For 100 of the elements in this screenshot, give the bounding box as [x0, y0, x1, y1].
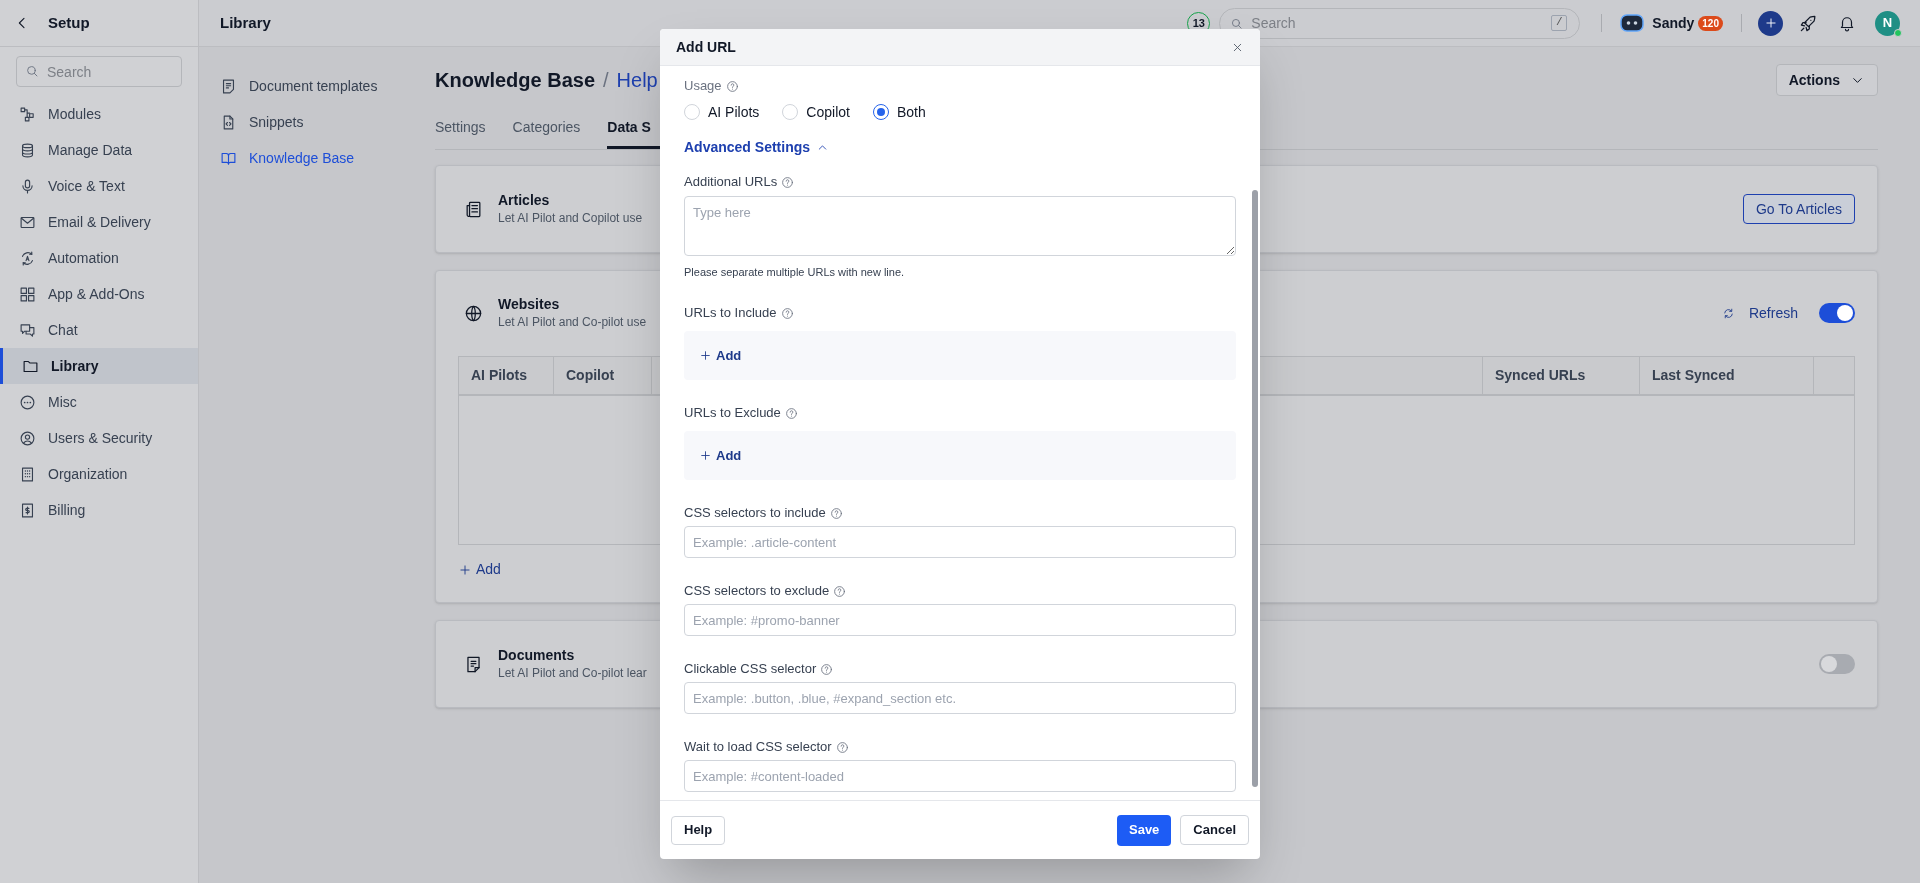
column-header: Copilot [566, 366, 615, 385]
help-icon [780, 306, 794, 320]
field-label: CSS selectors to include [684, 504, 826, 523]
field-label: Wait to load CSS selector [684, 738, 832, 757]
sidebar-item[interactable]: Users & Security [0, 420, 198, 456]
section-title: Articles [498, 191, 551, 209]
microphone-icon [19, 177, 36, 195]
sidebar-item[interactable]: Library [0, 348, 198, 384]
sidebar-item[interactable]: App & Add-Ons [0, 276, 198, 312]
section-title: Websites [498, 295, 561, 313]
breadcrumb-root[interactable]: Knowledge Base [435, 65, 596, 95]
input-field[interactable]: Example: #content-loaded [684, 760, 1236, 792]
sidebar-item[interactable]: Voice & Text [0, 168, 198, 204]
radio-option[interactable]: Both [872, 101, 926, 123]
sidebar-item[interactable]: Billing [0, 492, 198, 528]
section-title: Documents [498, 646, 576, 664]
dialog-title: Add URL [676, 37, 736, 57]
section-description: Let AI Pilot and Co-pilot lear [498, 665, 647, 682]
field-hint: Please separate multiple URLs with new line. [684, 265, 906, 280]
sidebar-item[interactable]: Email & Delivery [0, 204, 198, 240]
help-icon [833, 584, 847, 598]
refresh-icon [1721, 306, 1735, 320]
sidebar-item[interactable]: Automation [0, 240, 198, 276]
add-button[interactable] [1758, 10, 1783, 36]
nodes-icon [19, 105, 36, 123]
refresh-button[interactable]: Refresh [1721, 302, 1798, 324]
add-url-button[interactable]: Add [699, 445, 742, 466]
help-icon [829, 506, 843, 520]
help-icon [835, 740, 849, 754]
radio-option[interactable]: AI Pilots [684, 101, 760, 123]
grid-icon [19, 285, 36, 303]
actions-button[interactable]: Actions [1775, 64, 1878, 96]
cycle-icon [19, 249, 36, 267]
bell-icon [1838, 14, 1856, 32]
field-label: Additional URLs [684, 173, 778, 192]
sidebar-title: Setup [48, 12, 90, 33]
breadcrumb-current[interactable]: Help [616, 65, 658, 95]
help-icon [725, 79, 739, 93]
building-icon [19, 465, 36, 483]
robot-icon [1620, 11, 1645, 35]
tab[interactable]: Settings [435, 117, 486, 149]
dots-circle-icon [19, 393, 36, 411]
field-label: Usage [684, 77, 722, 96]
search-field[interactable]: Search [16, 56, 182, 87]
document-icon [464, 654, 483, 674]
column-header: Synced URLs [1495, 366, 1586, 385]
input-field[interactable]: Example: .article-content [684, 526, 1236, 558]
field-label: CSS selectors to exclude [684, 582, 830, 601]
toggle-switch[interactable] [1819, 654, 1855, 674]
radio-option[interactable]: Copilot [782, 101, 850, 123]
help-button[interactable]: Help [671, 815, 726, 845]
field-label: Clickable CSS selector [684, 660, 817, 679]
subnav-item[interactable]: Document templates [220, 68, 435, 104]
section-description: Let AI Pilot and Co-pilot use [498, 314, 647, 331]
search-icon [1230, 16, 1244, 30]
urls-textarea[interactable]: Type here [684, 196, 1236, 256]
subnav-item[interactable]: Knowledge Base [220, 140, 435, 176]
count-badge: 120 [1698, 15, 1723, 31]
rocket-button[interactable] [1799, 13, 1818, 33]
help-icon [784, 406, 798, 420]
plus-icon [699, 349, 712, 362]
user-avatar[interactable]: N [1875, 10, 1900, 36]
subnav-item[interactable]: Snippets [220, 104, 435, 140]
user-circle-icon [19, 429, 36, 447]
section-description: Let AI Pilot and Copilot use [498, 210, 643, 227]
column-header: AI Pilots [471, 366, 527, 385]
document-icon [220, 77, 237, 95]
input-field[interactable]: Example: #promo-banner [684, 604, 1236, 636]
user-name[interactable]: Sandy [1652, 12, 1695, 34]
toggle-switch[interactable] [1819, 303, 1855, 323]
plus-icon [1763, 16, 1778, 30]
globe-icon [464, 303, 483, 323]
column-header: Last Synced [1652, 366, 1735, 385]
cancel-button[interactable]: Cancel [1180, 815, 1249, 845]
sidebar-item[interactable]: Misc [0, 384, 198, 420]
help-icon [781, 175, 795, 189]
sidebar-item[interactable]: Organization [0, 456, 198, 492]
input-field[interactable]: Example: .button, .blue, #expand_section etc. [684, 682, 1236, 714]
field-label: URLs to Exclude [684, 404, 781, 423]
plus-icon [699, 449, 712, 462]
field-label: URLs to Include [684, 304, 777, 323]
search-icon [25, 64, 39, 78]
page-title: Library [220, 12, 271, 33]
add-url-button[interactable]: Add [699, 345, 742, 366]
save-button[interactable]: Save [1117, 814, 1172, 846]
advanced-settings-toggle[interactable]: Advanced Settings [684, 137, 830, 157]
database-icon [19, 141, 36, 159]
sidebar-item[interactable]: Modules [0, 96, 198, 132]
notifications-button[interactable] [1838, 14, 1856, 32]
sidebar-item[interactable]: Chat [0, 312, 198, 348]
breadcrumb-separator: / [603, 68, 609, 93]
go-to-articles-button[interactable]: Go To Articles [1742, 194, 1855, 224]
sidebar-item[interactable]: Manage Data [0, 132, 198, 168]
receipt-icon [19, 501, 36, 519]
add-website-button[interactable]: Add [458, 559, 501, 580]
help-icon [820, 662, 834, 676]
plus-icon [458, 562, 472, 577]
tab[interactable]: Categories [512, 117, 581, 149]
shortcut-key: / [1551, 14, 1568, 31]
scrollbar[interactable] [1252, 190, 1258, 787]
